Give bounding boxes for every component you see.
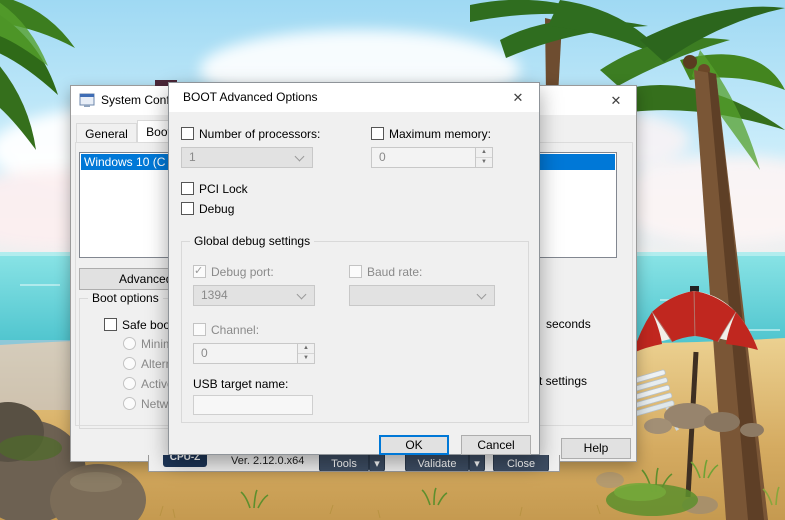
spin-up-icon[interactable]: ▲	[476, 148, 492, 158]
seconds-label-fragment: seconds	[546, 317, 591, 331]
checkbox-box	[104, 318, 117, 331]
radio-circle	[123, 397, 136, 410]
cpuz-close-button[interactable]: Close	[493, 455, 549, 471]
pci-lock-label: PCI Lock	[199, 182, 248, 196]
radio-circle	[123, 357, 136, 370]
spin-down-icon[interactable]: ▼	[298, 353, 314, 363]
spinner-buttons: ▲ ▼	[475, 148, 492, 167]
tools-button[interactable]: Tools	[319, 455, 369, 471]
dialog-title: BOOT Advanced Options	[183, 90, 318, 104]
chevron-down-icon	[476, 289, 487, 300]
distant-cliff	[0, 340, 75, 410]
safe-boot-checkbox[interactable]: Safe boo	[104, 318, 170, 333]
debug-checkbox[interactable]: Debug	[181, 202, 234, 217]
debug-port-value: 1394	[201, 288, 228, 302]
safe-boot-label: Safe boo	[122, 318, 171, 332]
radio-active-directory[interactable]: Active	[123, 377, 174, 391]
cpuz-logo: CPU-Z	[163, 455, 207, 467]
spin-down-icon[interactable]: ▼	[476, 157, 492, 167]
spinner-buttons: ▲ ▼	[297, 344, 314, 363]
num-processors-select[interactable]: 1	[181, 147, 313, 168]
baud-rate-select[interactable]	[349, 285, 495, 306]
help-button[interactable]: Help	[561, 438, 631, 459]
num-processors-label: Number of processors:	[199, 127, 321, 141]
max-memory-spinner[interactable]: 0 ▲ ▼	[371, 147, 493, 168]
validate-dropdown-icon[interactable]: ▾	[469, 455, 485, 471]
check-icon: ✓	[194, 265, 204, 277]
checkbox-box	[349, 265, 362, 278]
channel-checkbox[interactable]: Channel:	[193, 323, 259, 338]
max-memory-label: Maximum memory:	[389, 127, 492, 141]
checkbox-box: ✓	[193, 265, 206, 278]
checkbox-box	[193, 323, 206, 336]
global-debug-settings-title: Global debug settings	[190, 234, 315, 248]
radio-alternate-shell[interactable]: Altern	[123, 357, 172, 371]
debug-port-select[interactable]: 1394	[193, 285, 315, 306]
spin-up-icon[interactable]: ▲	[298, 344, 314, 354]
num-processors-checkbox[interactable]: Number of processors:	[181, 127, 320, 142]
usb-target-name-label: USB target name:	[193, 377, 289, 391]
tab-general[interactable]: General	[76, 123, 137, 143]
boot-options-title: Boot options	[88, 291, 163, 305]
checkbox-box	[181, 202, 194, 215]
chevron-down-icon	[296, 289, 307, 300]
chevron-down-icon	[294, 151, 305, 162]
radio-circle	[123, 377, 136, 390]
desktop: System Configuration ✕ General Boot Wind…	[0, 0, 785, 520]
checkbox-box	[181, 182, 194, 195]
bootdlg-titlebar[interactable]: BOOT Advanced Options ✕	[169, 83, 539, 112]
tools-dropdown-icon[interactable]: ▾	[369, 455, 385, 471]
checkbox-box	[371, 127, 384, 140]
validate-button[interactable]: Validate	[405, 455, 469, 471]
debug-label: Debug	[199, 202, 235, 216]
num-processors-value: 1	[189, 150, 196, 164]
sysconfig-icon	[79, 93, 95, 107]
checkbox-box	[181, 127, 194, 140]
pci-lock-checkbox[interactable]: PCI Lock	[181, 182, 248, 197]
boot-advanced-options-dialog: BOOT Advanced Options ✕ Number of proces…	[168, 82, 540, 455]
max-memory-checkbox[interactable]: Maximum memory:	[371, 127, 491, 142]
close-icon[interactable]: ✕	[507, 88, 529, 108]
debug-port-label: Debug port:	[211, 265, 274, 279]
cpuz-version: Ver. 2.12.0.x64	[231, 455, 305, 467]
usb-target-name-input[interactable]	[193, 395, 313, 415]
close-icon[interactable]: ✕	[605, 91, 627, 111]
cpuz-bottom-bar: CPU-Z Ver. 2.12.0.x64 Tools ▾ Validate ▾…	[148, 455, 560, 472]
max-memory-value: 0	[379, 150, 386, 164]
channel-value: 0	[201, 346, 208, 360]
ok-button[interactable]: OK	[379, 435, 449, 455]
radio-circle	[123, 337, 136, 350]
channel-label: Channel:	[211, 323, 260, 337]
channel-spinner[interactable]: 0 ▲ ▼	[193, 343, 315, 364]
baud-rate-checkbox[interactable]: Baud rate:	[349, 265, 422, 280]
boot-settings-label-fragment: t settings	[539, 374, 588, 388]
cancel-button[interactable]: Cancel	[461, 435, 531, 455]
debug-port-checkbox[interactable]: ✓ Debug port:	[193, 265, 274, 280]
baud-rate-label: Baud rate:	[367, 265, 423, 279]
